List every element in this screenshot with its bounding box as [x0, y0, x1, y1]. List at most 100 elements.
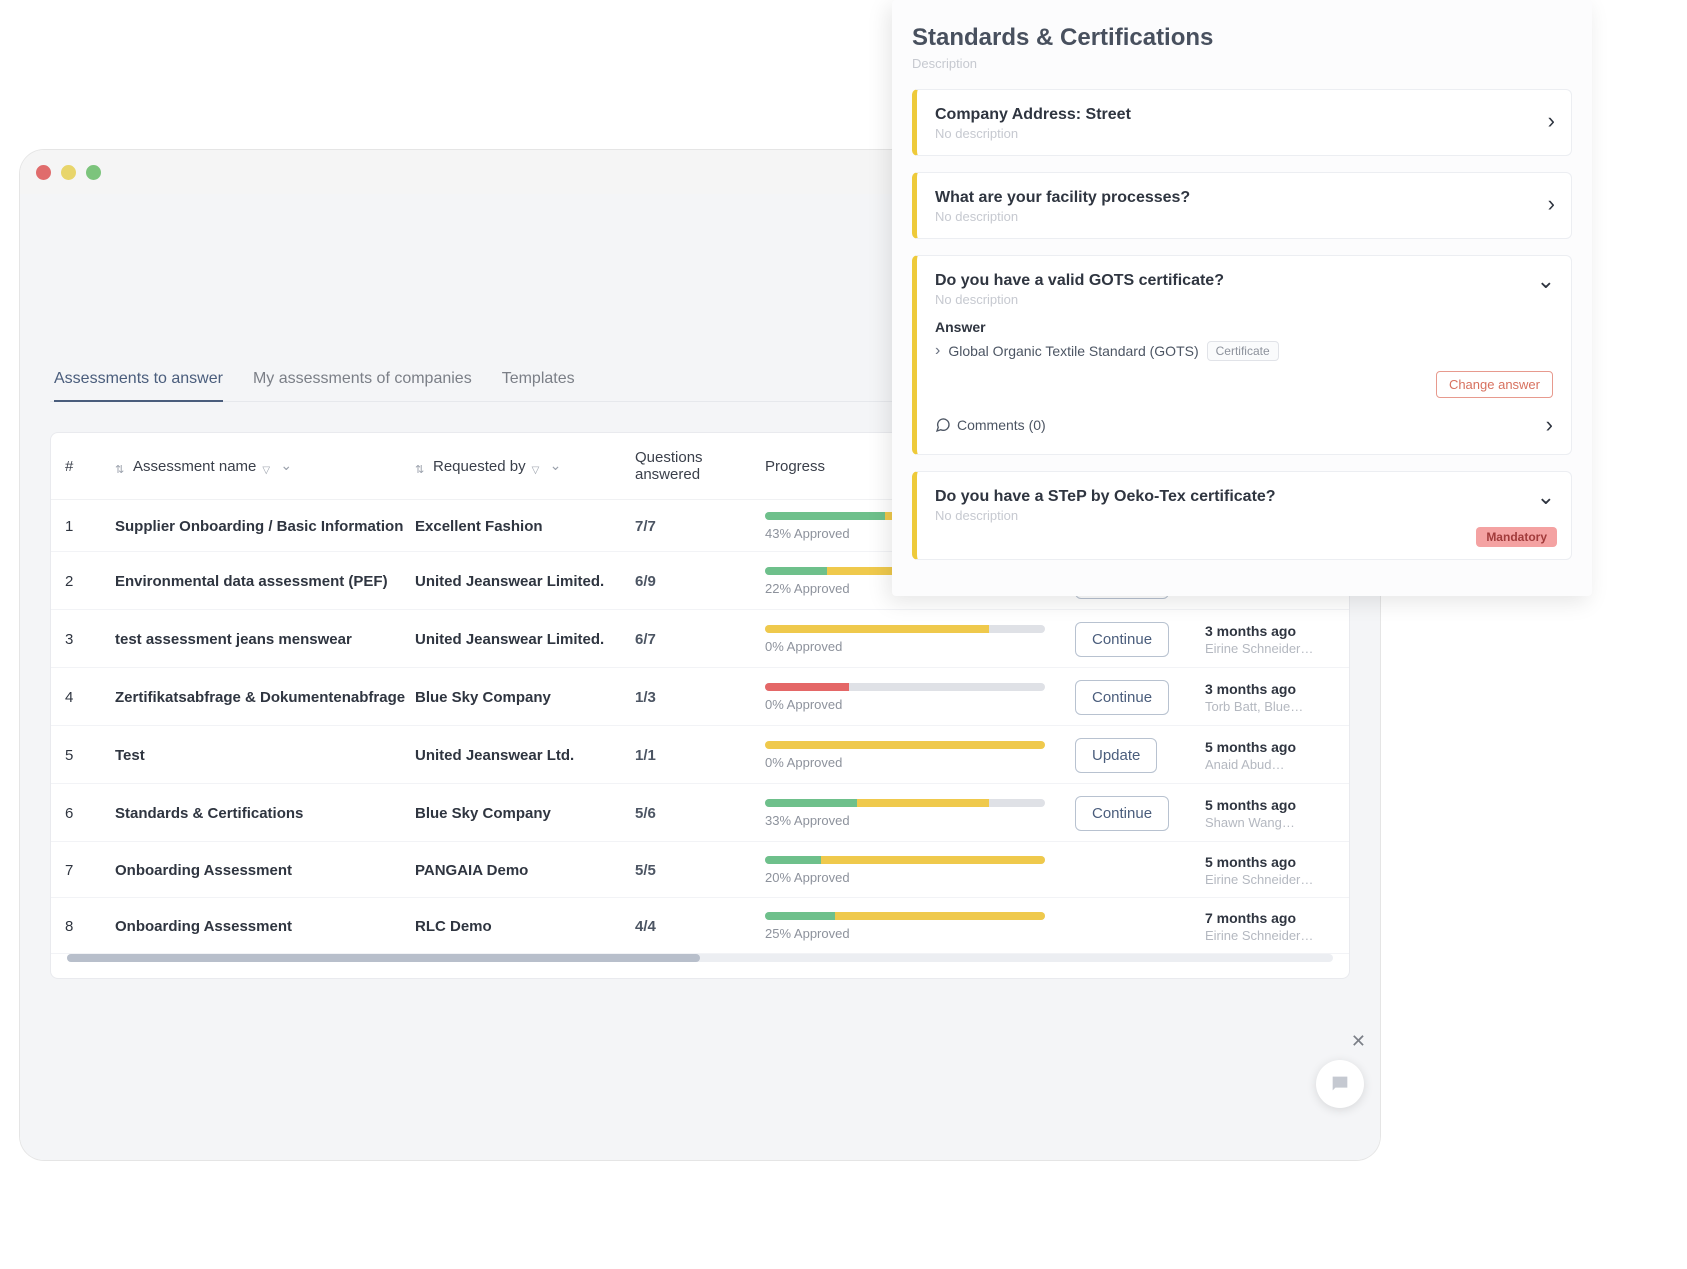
- cell-name: Environmental data assessment (PEF): [115, 573, 415, 590]
- question-card-step[interactable]: Do you have a STeP by Oeko-Tex certifica…: [912, 471, 1572, 560]
- cell-name: Standards & Certifications: [115, 805, 415, 822]
- meta-time: 3 months ago: [1205, 623, 1350, 639]
- cell-action: Continue: [1075, 796, 1205, 831]
- cell-num: 3: [65, 631, 115, 648]
- question-subtitle: No description: [935, 508, 1553, 523]
- question-subtitle: No description: [935, 209, 1553, 224]
- chevron-right-icon: [935, 342, 940, 360]
- answer-row[interactable]: Global Organic Textile Standard (GOTS) C…: [935, 341, 1553, 361]
- close-icon[interactable]: ✕: [1351, 1031, 1366, 1052]
- progress-bar: [765, 912, 1045, 920]
- col-req-label: Requested by: [433, 458, 526, 475]
- tab-assessments-answer[interactable]: Assessments to answer: [54, 364, 223, 402]
- cell-action: Update: [1075, 738, 1205, 773]
- cell-questions-answered: 1/1: [635, 747, 765, 764]
- change-answer-button[interactable]: Change answer: [1436, 371, 1553, 398]
- filter-icon: [262, 460, 274, 472]
- col-num[interactable]: #: [65, 458, 115, 475]
- detail-panel: Standards & Certifications Description C…: [892, 0, 1592, 596]
- cell-progress: 0% Approved: [765, 683, 1075, 712]
- horizontal-scrollbar[interactable]: [67, 954, 1333, 962]
- comments-label: Comments (0): [957, 417, 1046, 433]
- cell-requested-by: RLC Demo: [415, 918, 635, 935]
- question-title: What are your facility processes?: [935, 189, 1553, 207]
- chevron-down-icon: [1537, 490, 1555, 516]
- cell-progress: 33% Approved: [765, 799, 1075, 828]
- table-row[interactable]: 7 Onboarding Assessment PANGAIA Demo 5/5…: [51, 842, 1349, 898]
- cell-name: Test: [115, 747, 415, 764]
- tab-templates[interactable]: Templates: [502, 364, 575, 401]
- table-row[interactable]: 6 Standards & Certifications Blue Sky Co…: [51, 784, 1349, 842]
- panel-title: Standards & Certifications: [912, 24, 1572, 52]
- answer-text: Global Organic Textile Standard (GOTS): [948, 343, 1198, 359]
- cell-action: Continue: [1075, 622, 1205, 657]
- cell-name: Onboarding Assessment: [115, 918, 415, 935]
- comments-row[interactable]: Comments (0): [935, 412, 1553, 438]
- tab-my-assessments[interactable]: My assessments of companies: [253, 364, 472, 401]
- meta-time: 5 months ago: [1205, 854, 1350, 870]
- question-card-address[interactable]: Company Address: Street No description: [912, 89, 1572, 156]
- col-name-label: Assessment name: [133, 458, 256, 475]
- progress-bar: [765, 683, 1045, 691]
- sort-icon: [115, 460, 127, 472]
- progress-bar: [765, 625, 1045, 633]
- chevron-right-icon: [1546, 412, 1553, 438]
- action-button[interactable]: Continue: [1075, 796, 1169, 831]
- comment-icon: [935, 417, 951, 433]
- action-button[interactable]: Continue: [1075, 622, 1169, 657]
- cell-questions-answered: 4/4: [635, 918, 765, 935]
- cell-num: 8: [65, 918, 115, 935]
- table-row[interactable]: 4 Zertifikatsabfrage & Dokumentenabfrage…: [51, 668, 1349, 726]
- action-button[interactable]: Update: [1075, 738, 1157, 773]
- cell-num: 6: [65, 805, 115, 822]
- progress-caption: 0% Approved: [765, 639, 1075, 654]
- meta-time: 5 months ago: [1205, 739, 1350, 755]
- answer-label: Answer: [935, 319, 1553, 335]
- col-name[interactable]: Assessment name: [115, 458, 415, 475]
- col-questions[interactable]: Questions answered: [635, 449, 765, 483]
- question-title: Company Address: Street: [935, 106, 1553, 124]
- meta-time: 5 months ago: [1205, 797, 1350, 813]
- table-row[interactable]: 5 Test United Jeanswear Ltd. 1/1 0% Appr…: [51, 726, 1349, 784]
- chevron-right-icon: [1548, 191, 1555, 217]
- question-subtitle: No description: [935, 292, 1553, 307]
- cell-num: 7: [65, 862, 115, 879]
- meta-time: 7 months ago: [1205, 910, 1350, 926]
- close-dot-icon[interactable]: [36, 165, 51, 180]
- mandatory-badge: Mandatory: [1476, 527, 1557, 547]
- meta-user: Torb Batt, Blue…: [1205, 699, 1345, 714]
- action-button[interactable]: Continue: [1075, 680, 1169, 715]
- panel-description: Description: [912, 56, 1572, 71]
- scrollbar-thumb[interactable]: [67, 954, 700, 962]
- cell-meta: 5 months ago Eirine Schneider…: [1205, 854, 1350, 887]
- question-card-processes[interactable]: What are your facility processes? No des…: [912, 172, 1572, 239]
- progress-caption: 20% Approved: [765, 870, 1075, 885]
- cell-requested-by: United Jeanswear Ltd.: [415, 747, 635, 764]
- chevron-right-icon: [1548, 108, 1555, 134]
- cell-num: 2: [65, 573, 115, 590]
- minimize-dot-icon[interactable]: [61, 165, 76, 180]
- cell-questions-answered: 5/6: [635, 805, 765, 822]
- question-subtitle: No description: [935, 126, 1553, 141]
- cell-meta: 3 months ago Torb Batt, Blue…: [1205, 681, 1350, 714]
- table-row[interactable]: 3 test assessment jeans menswear United …: [51, 610, 1349, 668]
- question-title: Do you have a STeP by Oeko-Tex certifica…: [935, 488, 1553, 506]
- table-row[interactable]: 8 Onboarding Assessment RLC Demo 4/4 25%…: [51, 898, 1349, 954]
- progress-bar: [765, 799, 1045, 807]
- cell-questions-answered: 1/3: [635, 689, 765, 706]
- cell-progress: 0% Approved: [765, 625, 1075, 654]
- question-card-gots[interactable]: Do you have a valid GOTS certificate? No…: [912, 255, 1572, 455]
- cell-meta: 3 months ago Eirine Schneider…: [1205, 623, 1350, 656]
- chat-widget[interactable]: [1316, 1060, 1364, 1108]
- cell-requested-by: United Jeanswear Limited.: [415, 573, 635, 590]
- maximize-dot-icon[interactable]: [86, 165, 101, 180]
- meta-user: Eirine Schneider…: [1205, 872, 1345, 887]
- cell-num: 1: [65, 518, 115, 535]
- progress-caption: 25% Approved: [765, 926, 1075, 941]
- meta-time: 3 months ago: [1205, 681, 1350, 697]
- progress-caption: 0% Approved: [765, 755, 1075, 770]
- meta-user: Shawn Wang…: [1205, 815, 1345, 830]
- cell-name: Zertifikatsabfrage & Dokumentenabfrage: [115, 689, 415, 706]
- col-requested-by[interactable]: Requested by: [415, 458, 635, 475]
- progress-caption: 0% Approved: [765, 697, 1075, 712]
